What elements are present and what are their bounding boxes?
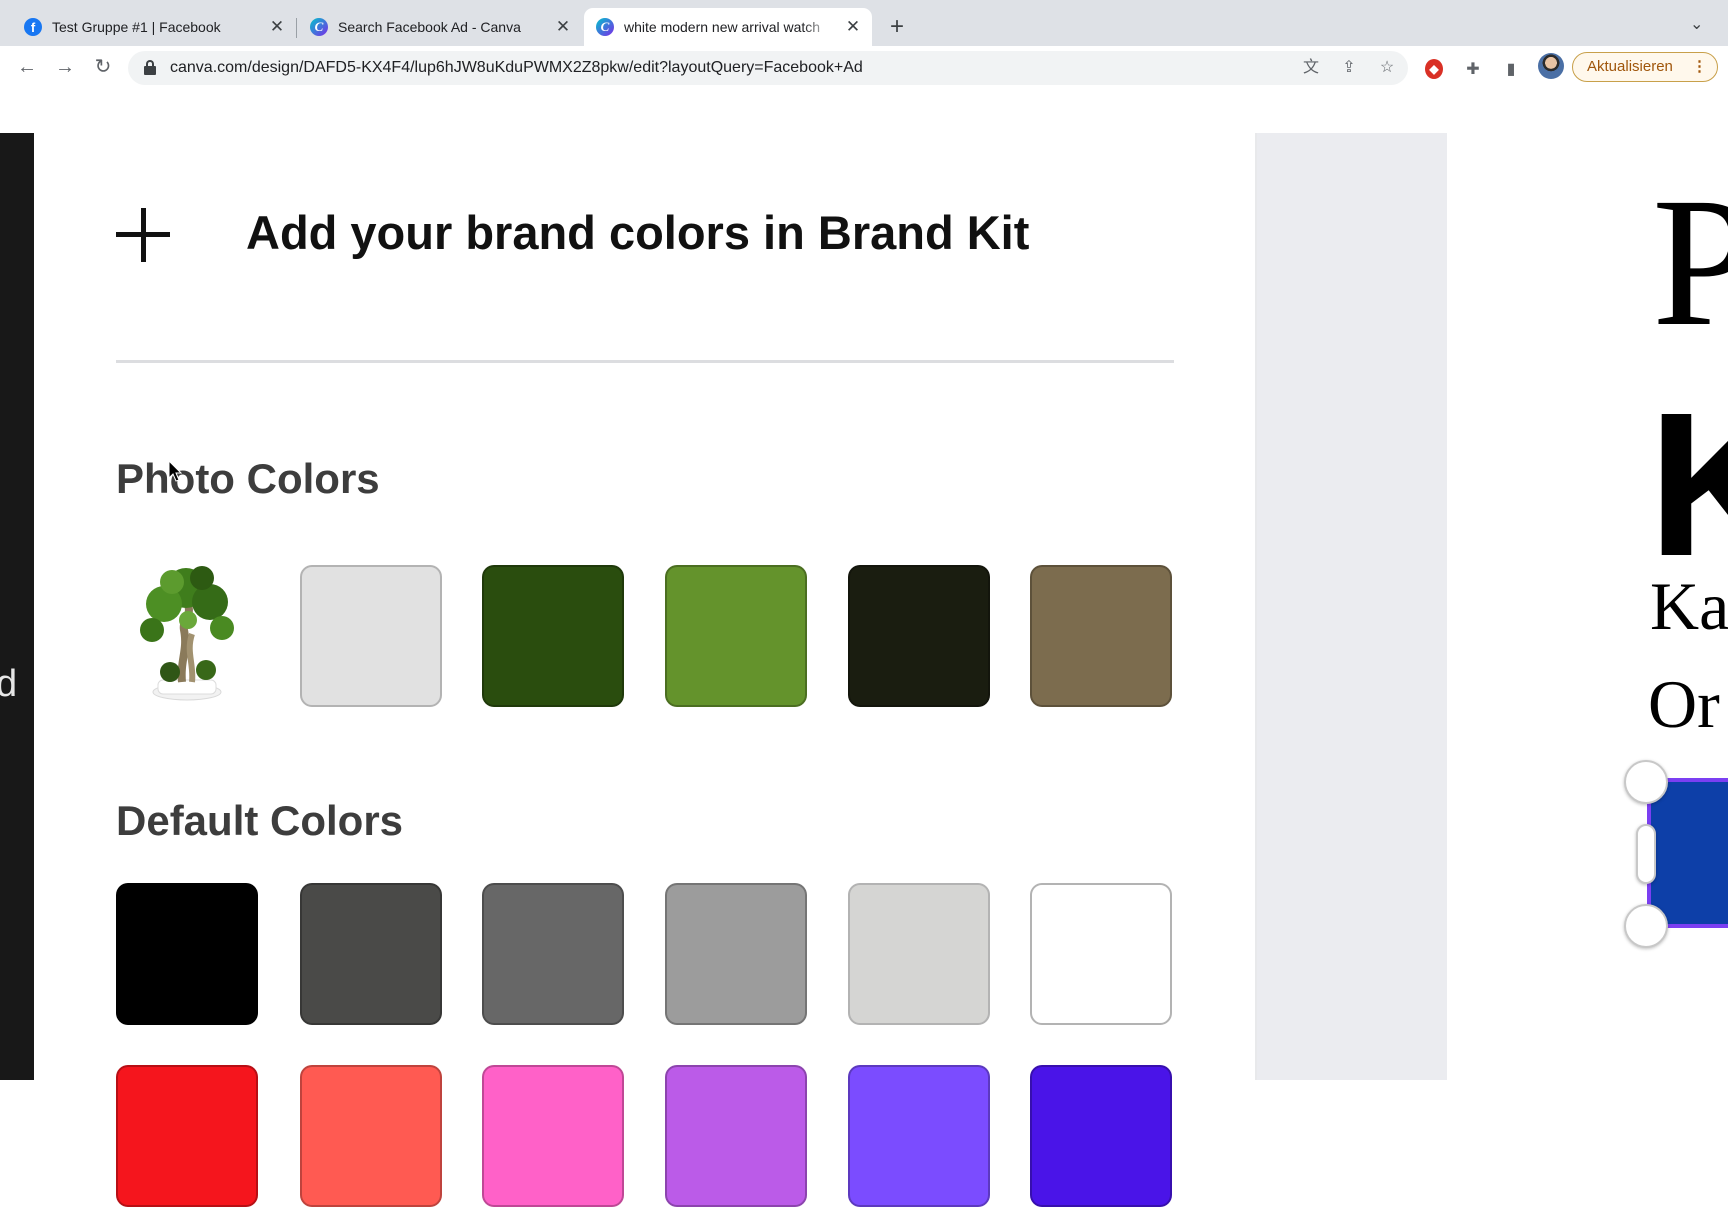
close-tab-icon[interactable]: ✕ <box>844 18 862 36</box>
design-text-line2[interactable]: K <box>1648 382 1728 587</box>
default-color-swatch[interactable] <box>116 1065 258 1207</box>
sidebar-letter: d <box>0 663 18 705</box>
default-color-swatch[interactable] <box>116 883 258 1025</box>
canvas-gutter <box>1257 133 1447 1080</box>
resize-handle-top[interactable] <box>1624 760 1668 804</box>
default-color-swatch[interactable] <box>1030 1065 1172 1207</box>
default-color-swatch[interactable] <box>848 883 990 1025</box>
default-color-swatch[interactable] <box>300 1065 442 1207</box>
translate-icon[interactable]: 文 <box>1300 57 1322 79</box>
selected-element[interactable] <box>1647 778 1728 928</box>
canva-icon: C <box>310 18 328 36</box>
design-text-line4[interactable]: Or <box>1648 670 1720 738</box>
default-color-swatch[interactable] <box>482 883 624 1025</box>
design-text-line3[interactable]: Ka <box>1650 572 1728 640</box>
tab-strip: f Test Gruppe #1 | Facebook ✕ C Search F… <box>0 0 1728 46</box>
back-button[interactable]: ← <box>14 54 40 80</box>
tab-title: white modern new arrival watch <box>624 19 821 35</box>
add-brand-color-icon[interactable] <box>116 208 170 262</box>
update-button[interactable]: Aktualisieren ⋮ <box>1572 52 1718 82</box>
close-tab-icon[interactable]: ✕ <box>268 18 286 36</box>
resize-handle-side[interactable] <box>1636 824 1656 884</box>
more-menu-icon: ⋮ <box>1692 58 1707 75</box>
facebook-icon: f <box>24 18 42 36</box>
side-panel-icon[interactable]: ▮ <box>1500 59 1522 81</box>
tab-title: Test Gruppe #1 | Facebook <box>52 19 221 35</box>
tab-divider <box>296 18 297 38</box>
brand-kit-link[interactable]: Add your brand colors in Brand Kit <box>246 205 1029 260</box>
extensions-puzzle-icon[interactable]: ✚ <box>1462 59 1484 81</box>
bookmark-star-icon[interactable]: ☆ <box>1376 57 1398 79</box>
default-color-swatch[interactable] <box>482 1065 624 1207</box>
design-text-line1[interactable]: P <box>1652 170 1728 355</box>
forward-button[interactable]: → <box>52 54 78 80</box>
section-divider <box>116 360 1174 363</box>
photo-thumbnail[interactable] <box>122 560 252 710</box>
left-sidebar-edge: d <box>0 133 34 1080</box>
update-label: Aktualisieren <box>1587 58 1673 75</box>
tab-canva-design[interactable]: C white modern new arrival watch ✕ <box>584 8 872 46</box>
tab-canva-search[interactable]: C Search Facebook Ad - Canva ✕ <box>298 8 582 46</box>
tab-search-icon[interactable]: ⌄ <box>1690 14 1703 34</box>
tab-title: Search Facebook Ad - Canva <box>338 19 521 35</box>
photo-color-swatch[interactable] <box>665 565 807 707</box>
close-tab-icon[interactable]: ✕ <box>554 18 572 36</box>
default-color-swatch[interactable] <box>665 1065 807 1207</box>
tab-facebook[interactable]: f Test Gruppe #1 | Facebook ✕ <box>12 8 296 46</box>
photo-color-swatch[interactable] <box>1030 565 1172 707</box>
reload-button[interactable]: ↻ <box>90 54 116 80</box>
adblock-extension-icon[interactable]: ◆ <box>1425 59 1443 79</box>
browser-toolbar: ← → ↻ canva.com/design/DAFD5-KX4F4/lup6h… <box>0 46 1728 88</box>
profile-avatar[interactable] <box>1538 53 1564 79</box>
default-color-swatch[interactable] <box>665 883 807 1025</box>
address-bar[interactable]: canva.com/design/DAFD5-KX4F4/lup6hJW8uKd… <box>128 51 1408 85</box>
default-color-swatch[interactable] <box>848 1065 990 1207</box>
default-color-swatch[interactable] <box>1030 883 1172 1025</box>
photo-color-swatch[interactable] <box>482 565 624 707</box>
canva-icon: C <box>596 18 614 36</box>
photo-color-swatch[interactable] <box>300 565 442 707</box>
new-tab-button[interactable]: + <box>884 15 910 41</box>
photo-color-swatch[interactable] <box>848 565 990 707</box>
default-colors-heading: Default Colors <box>116 797 404 844</box>
photo-colors-heading: Photo Colors <box>116 455 380 502</box>
mouse-cursor-icon <box>168 460 182 482</box>
share-icon[interactable]: ⇪ <box>1338 57 1360 79</box>
resize-handle-bottom[interactable] <box>1624 904 1668 948</box>
url-text[interactable]: canva.com/design/DAFD5-KX4F4/lup6hJW8uKd… <box>170 59 863 77</box>
default-color-swatch[interactable] <box>300 883 442 1025</box>
lock-icon <box>144 60 156 75</box>
